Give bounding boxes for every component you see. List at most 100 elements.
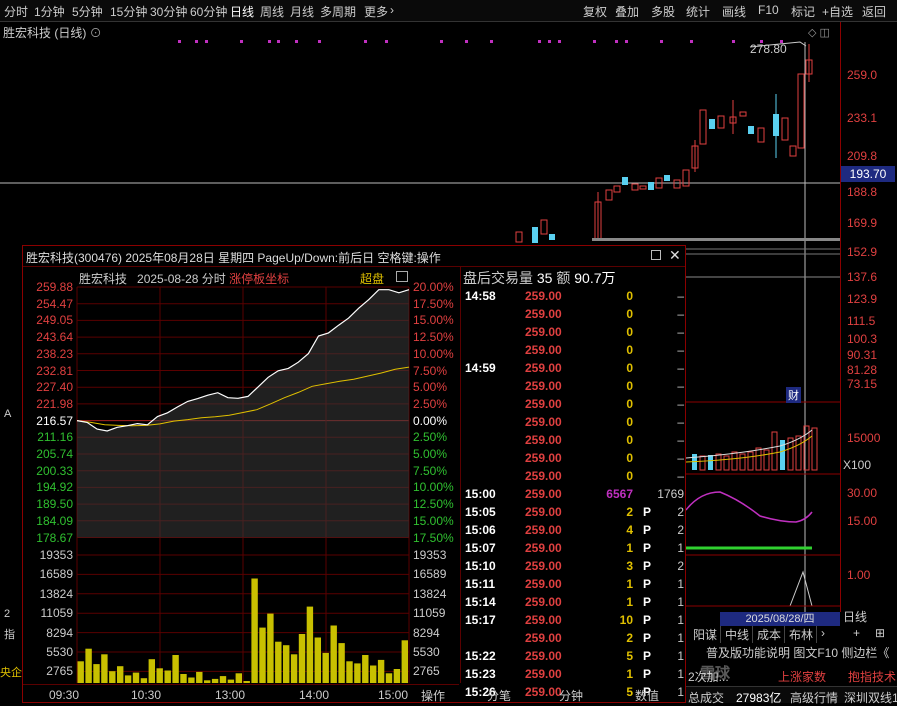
- grid-icon[interactable]: ⊞: [872, 626, 888, 640]
- trade-row[interactable]: 259.00 2 P 1: [461, 631, 687, 649]
- trade-row[interactable]: 14:59 259.00 0 –: [461, 361, 687, 379]
- indicator-tick: 1.00: [847, 568, 871, 582]
- trade-row[interactable]: 259.00 0 –: [461, 343, 687, 361]
- trade-count: 2: [677, 523, 684, 537]
- percent-label: 7.50%: [413, 463, 448, 478]
- trade-row[interactable]: 15:14 259.00 1 P 1: [461, 595, 687, 613]
- trade-row[interactable]: 259.00 0 –: [461, 433, 687, 451]
- trade-row[interactable]: 259.00 0 –: [461, 307, 687, 325]
- trade-row[interactable]: 15:23 259.00 1 P 1: [461, 667, 687, 685]
- back-button[interactable]: 返回: [862, 3, 886, 20]
- close-icon[interactable]: ✕: [669, 247, 681, 264]
- tab-15min[interactable]: 15分钟: [110, 3, 147, 20]
- price-tick: 81.28: [847, 363, 878, 377]
- trade-row[interactable]: 259.00 0 –: [461, 397, 687, 415]
- price-label: 238.23: [36, 346, 73, 361]
- percent-label: 15.00%: [413, 513, 454, 528]
- trade-count: 1: [677, 541, 684, 555]
- chart-options-icon[interactable]: ◇ ◫: [808, 26, 830, 39]
- percent-label: 5.00%: [413, 447, 448, 461]
- trade-row[interactable]: 259.00 0 –: [461, 451, 687, 469]
- tab-1min[interactable]: 1分钟: [34, 3, 65, 20]
- tab-ticks[interactable]: 分笔: [487, 687, 511, 704]
- left-label: 央企: [0, 667, 22, 679]
- maximize-icon[interactable]: [651, 250, 661, 260]
- popup-titlebar[interactable]: 胜宏科技(300476) 2025年08月28日 星期四 PageUp/Down…: [23, 246, 685, 267]
- intraday-popup-window[interactable]: 胜宏科技(300476) 2025年08月28日 星期四 PageUp/Down…: [22, 245, 686, 703]
- trade-row[interactable]: 259.00 0 –: [461, 469, 687, 487]
- tab-multi-period[interactable]: 多周期: [320, 3, 356, 20]
- trade-flag: P: [643, 541, 652, 555]
- financial-marker[interactable]: 财: [786, 387, 801, 403]
- trade-flag: P: [643, 559, 652, 573]
- volume-bar: [164, 670, 171, 683]
- trade-count: –: [677, 307, 684, 321]
- price-label: 221.98: [36, 396, 73, 411]
- multi-stock-button[interactable]: 多股: [651, 3, 675, 20]
- trade-price: 259.00: [525, 649, 562, 663]
- trade-time: 15:07: [465, 541, 496, 555]
- tab-monthly[interactable]: 月线: [290, 3, 314, 20]
- volume-bar: [385, 673, 393, 683]
- tab-cost[interactable]: 成本: [754, 626, 786, 643]
- tab-more[interactable]: 更多: [364, 3, 388, 20]
- price-tick: 169.9: [847, 216, 878, 230]
- trade-row[interactable]: 15:17 259.00 10 P 1: [461, 613, 687, 631]
- trade-row[interactable]: 15:22 259.00 5 P 1: [461, 649, 687, 667]
- period-label[interactable]: 日线: [843, 608, 867, 625]
- trade-row[interactable]: 15:07 259.00 1 P 1: [461, 541, 687, 559]
- draw-line-button[interactable]: 画线: [722, 3, 746, 20]
- trade-time: 15:14: [465, 595, 496, 609]
- percent-label: 2.50%: [413, 396, 448, 411]
- tab-60min[interactable]: 60分钟: [190, 3, 227, 20]
- trade-volume: 0: [626, 433, 633, 447]
- trade-price: 259.00: [525, 397, 562, 411]
- tab-weekly[interactable]: 周线: [260, 3, 284, 20]
- adjust-button[interactable]: 复权: [583, 3, 607, 20]
- trade-row[interactable]: 259.00 0 –: [461, 379, 687, 397]
- tab-bollinger[interactable]: 布林: [786, 626, 818, 643]
- trade-price: 259.00: [525, 325, 562, 339]
- trade-row[interactable]: 15:11 259.00 1 P 1: [461, 577, 687, 595]
- volume-label: 2765: [413, 664, 440, 679]
- support-line: [592, 238, 840, 241]
- status-advanced[interactable]: 高级行情: [790, 689, 838, 706]
- chevron-right-icon[interactable]: ›: [390, 3, 394, 17]
- tab-minutes[interactable]: 分钟: [559, 687, 583, 704]
- trade-row[interactable]: 15:06 259.00 4 P 2: [461, 523, 687, 541]
- trade-details-panel[interactable]: 盘后交易量 35 额 90.7万 14:58 259.00 0–259.00 0–25…: [460, 267, 687, 699]
- trade-price: 259.00: [525, 379, 562, 393]
- tab-midline[interactable]: 中线: [722, 626, 754, 643]
- price-label: 178.67: [36, 530, 73, 545]
- tab-values[interactable]: 数值: [635, 687, 659, 704]
- trade-row[interactable]: 259.00 0 –: [461, 415, 687, 433]
- intraday-chart[interactable]: 胜宏科技 2025-08-28 分时 涨停板坐标 超盘 259.88 254.47…: [23, 267, 459, 683]
- tab-operate[interactable]: 操作: [421, 687, 445, 704]
- chevron-down-icon[interactable]: ⊙: [90, 26, 102, 40]
- trade-row[interactable]: 259.00 0 –: [461, 325, 687, 343]
- trade-row[interactable]: 15:05 259.00 2 P 2: [461, 505, 687, 523]
- add-icon[interactable]: +: [850, 626, 863, 640]
- mark-button[interactable]: 标记: [791, 3, 815, 20]
- tab-yangmou[interactable]: 阳谋: [690, 626, 722, 643]
- stats-button[interactable]: 统计: [686, 3, 710, 20]
- function-row-text[interactable]: 普及版功能说明 图文F10 侧边栏《: [706, 644, 889, 661]
- volume-bar: [204, 680, 211, 683]
- tab-30min[interactable]: 30分钟: [150, 3, 187, 20]
- add-watchlist-button[interactable]: +自选: [822, 3, 853, 20]
- tab-intraday[interactable]: 分时: [4, 3, 28, 20]
- trade-row[interactable]: 15:10 259.00 3 P 2: [461, 559, 687, 577]
- status-shenzhen[interactable]: 深圳双线1: [844, 689, 897, 706]
- f10-button[interactable]: F10: [758, 3, 779, 17]
- price-tick: 100.3: [847, 332, 878, 346]
- tab-daily[interactable]: 日线: [230, 3, 254, 20]
- trade-volume: 0: [626, 325, 633, 339]
- trade-volume: 0: [626, 469, 633, 483]
- trade-row[interactable]: 14:58 259.00 0 –: [461, 289, 687, 307]
- overlay-button[interactable]: 叠加: [615, 3, 639, 20]
- function-row: 普及版功能说明 图文F10 侧边栏《: [686, 643, 897, 663]
- trade-volume: 2: [626, 631, 633, 645]
- trade-row[interactable]: 15:00 259.00 6567 1769: [461, 487, 687, 505]
- tab-5min[interactable]: 5分钟: [72, 3, 103, 20]
- chevron-right-icon[interactable]: ›: [818, 626, 828, 640]
